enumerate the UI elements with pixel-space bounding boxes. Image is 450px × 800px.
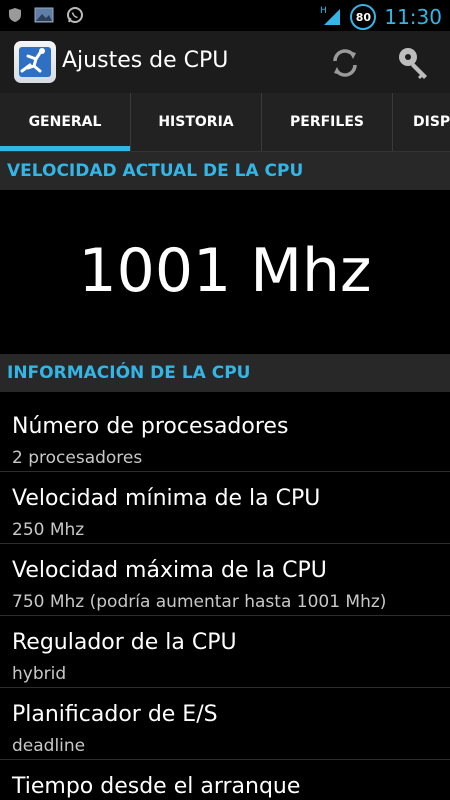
list-item-value: hybrid [12, 664, 67, 684]
app-title: Ajustes de CPU [62, 48, 229, 73]
list-item-min-speed[interactable]: Velocidad mínima de la CPU 250 Mhz [0, 472, 450, 544]
list-item-title: Regulador de la CPU [12, 630, 237, 655]
list-item-max-speed[interactable]: Velocidad máxima de la CPU 750 Mhz (podr… [0, 544, 450, 616]
list-item-io-scheduler[interactable]: Planificador de E/S deadline [0, 688, 450, 760]
current-speed-header: VELOCIDAD ACTUAL DE LA CPU [0, 152, 450, 190]
list-item-value: deadline [12, 736, 86, 756]
clock: 11:30 [384, 5, 442, 29]
list-item-title: Velocidad mínima de la CPU [12, 486, 321, 511]
key-button[interactable] [393, 43, 433, 83]
battery-indicator: 80 [350, 4, 377, 30]
svg-text:H: H [320, 6, 327, 16]
list-item-title: Tiempo desde el arranque [12, 774, 301, 799]
tab-historia[interactable]: HISTORIA [131, 93, 262, 151]
shield-icon [8, 7, 22, 27]
refresh-button[interactable] [325, 43, 365, 83]
list-item-value: 750 Mhz (podría aumentar hasta 1001 Mhz) [12, 592, 387, 612]
image-notification-icon [34, 7, 54, 27]
tab-dispo[interactable]: DISPO [393, 93, 450, 151]
whatsapp-icon [66, 6, 84, 28]
list-item-uptime[interactable]: Tiempo desde el arranque [0, 760, 450, 800]
tab-bar: GENERAL HISTORIA PERFILES DISPO [0, 93, 450, 151]
signal-icon: H [320, 4, 342, 30]
list-item-title: Número de procesadores [12, 414, 289, 439]
status-bar: H 80 11:30 [0, 0, 450, 31]
current-speed-value: 1001 Mhz [78, 236, 372, 306]
list-item-value: 250 Mhz [12, 520, 85, 540]
cpu-info-header: INFORMACIÓN DE LA CPU [0, 354, 450, 392]
list-item-governor[interactable]: Regulador de la CPU hybrid [0, 616, 450, 688]
tab-general[interactable]: GENERAL [0, 93, 131, 151]
list-item-processors[interactable]: Número de procesadores 2 procesadores [0, 400, 450, 472]
key-icon [399, 48, 427, 79]
list-item-title: Velocidad máxima de la CPU [12, 558, 327, 583]
list-item-title: Planificador de E/S [12, 702, 218, 727]
refresh-icon [333, 49, 357, 77]
action-bar: Ajustes de CPU [0, 31, 450, 93]
app-icon[interactable] [14, 41, 56, 83]
system-icons: H 80 11:30 [320, 4, 442, 30]
runner-icon [19, 47, 51, 77]
notification-icons [8, 6, 84, 28]
tab-perfiles[interactable]: PERFILES [262, 93, 393, 151]
list-item-value: 2 procesadores [12, 448, 143, 468]
